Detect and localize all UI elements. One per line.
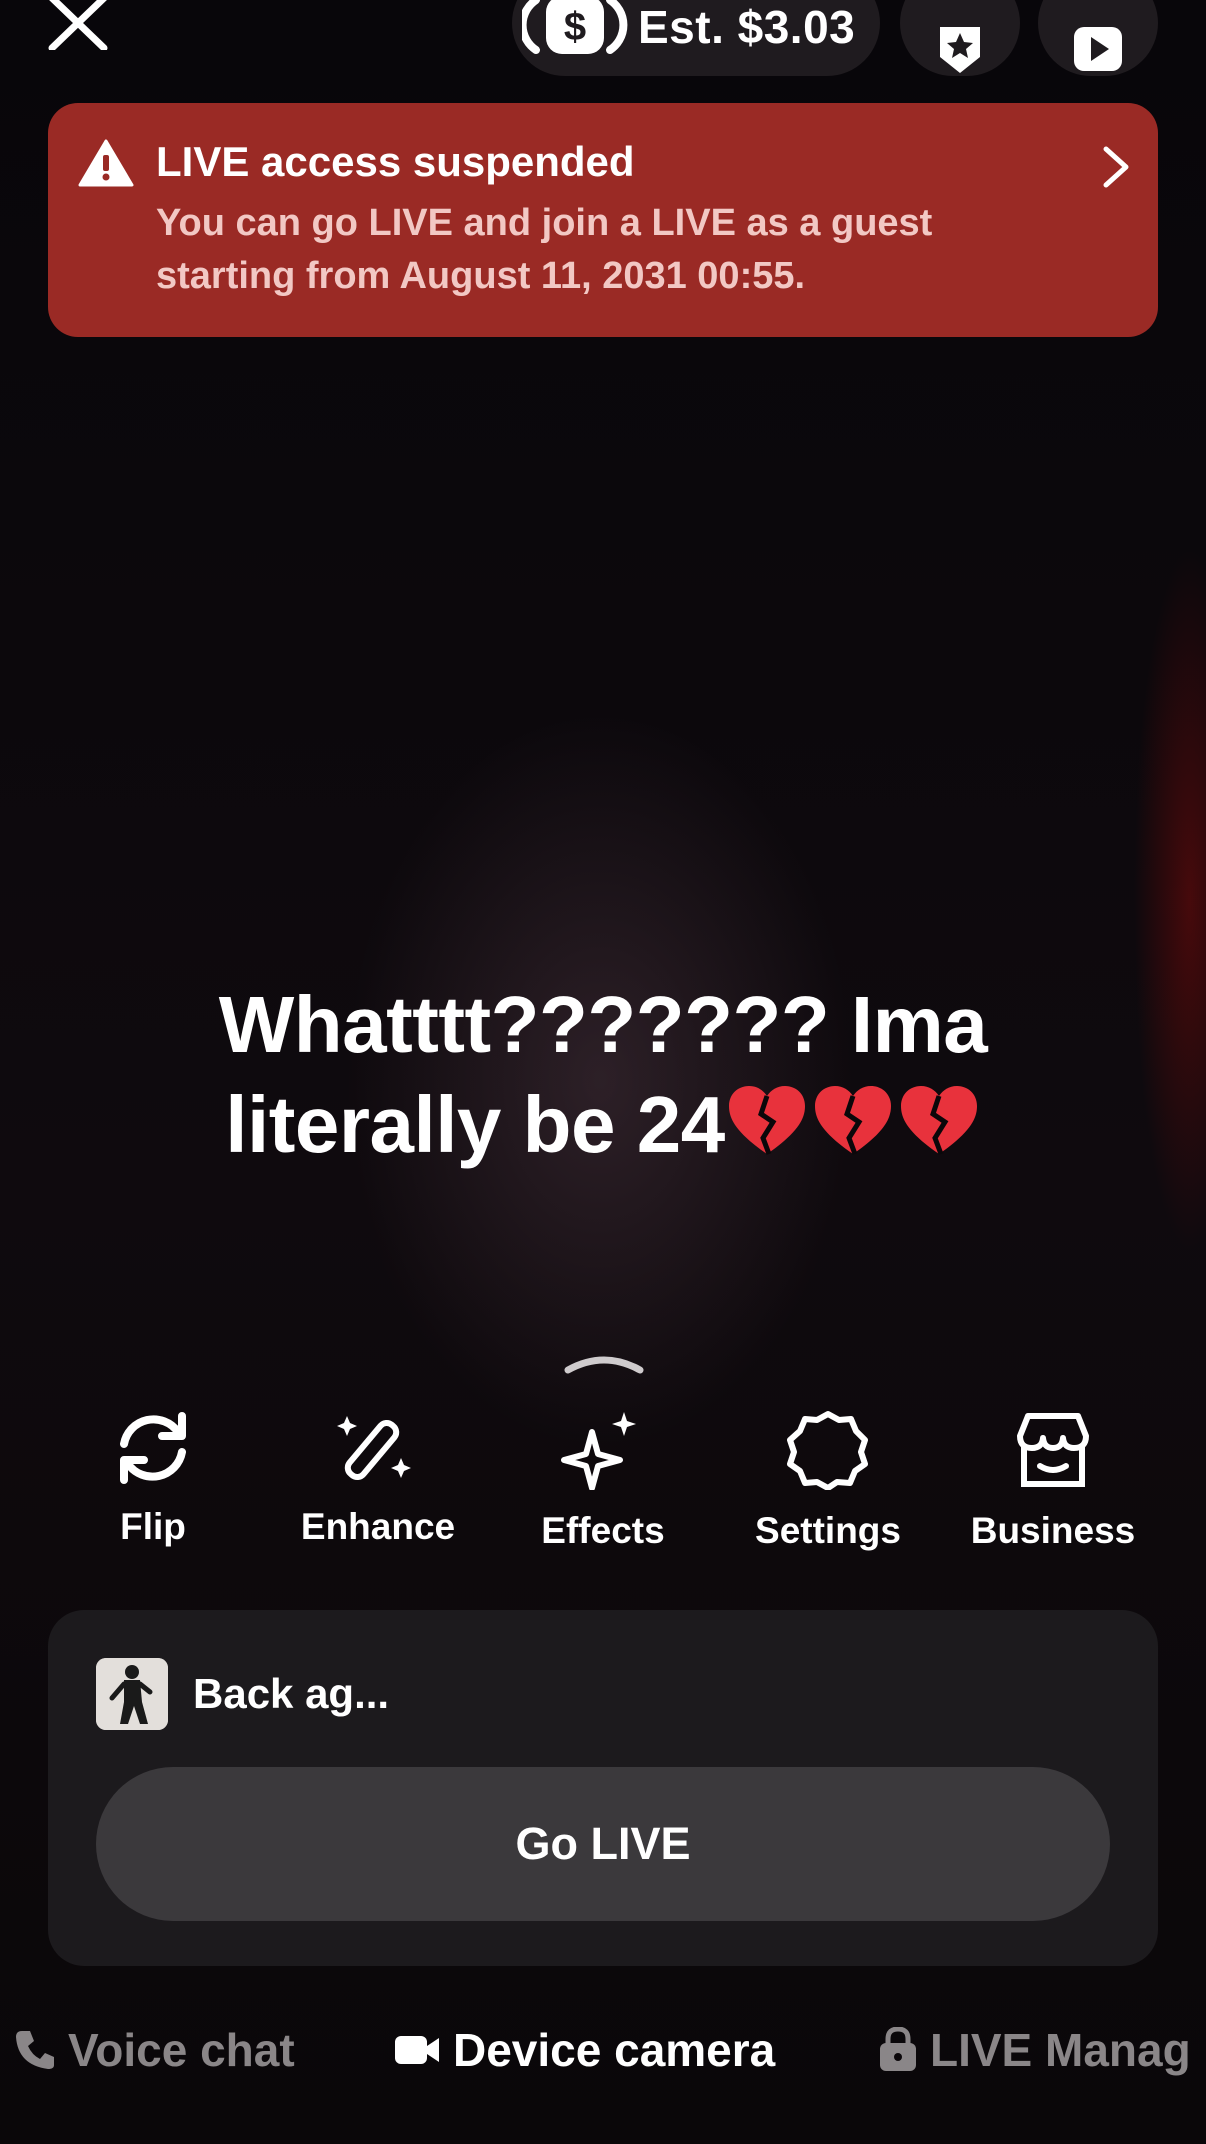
broken-heart-icon bbox=[814, 1086, 891, 1155]
coin-dollar-icon: $ bbox=[522, 0, 628, 54]
star-shield-icon bbox=[940, 27, 980, 73]
effects-label: Effects bbox=[541, 1510, 665, 1551]
broken-heart-icon bbox=[728, 1086, 805, 1155]
business-store-icon bbox=[1017, 1413, 1089, 1487]
business-button[interactable]: Business bbox=[953, 1410, 1153, 1552]
play-video-icon bbox=[1074, 27, 1122, 71]
enhance-wand-icon bbox=[337, 1416, 411, 1481]
expand-handle-icon[interactable] bbox=[562, 1352, 646, 1376]
banner-title: LIVE access suspended bbox=[156, 138, 635, 185]
go-live-card: Back ag... Go LIVE bbox=[48, 1610, 1158, 1966]
broken-heart-icon bbox=[900, 1086, 977, 1155]
live-title-line-2-wrapper: literally be 24 bbox=[0, 1075, 1206, 1175]
mode-device-camera[interactable]: Device camera bbox=[393, 2020, 775, 2080]
effects-button[interactable]: Effects bbox=[503, 1410, 703, 1552]
phone-icon bbox=[16, 2031, 54, 2069]
flip-button[interactable]: Flip bbox=[53, 1410, 253, 1548]
mode-voice-chat-label: Voice chat bbox=[68, 2024, 295, 2076]
camera-tools-row: Flip Enhance Effects Settings Business bbox=[0, 1410, 1206, 1570]
mode-device-camera-label: Device camera bbox=[453, 2024, 776, 2076]
cover-thumbnail[interactable] bbox=[96, 1658, 168, 1730]
video-camera-icon bbox=[395, 2036, 439, 2064]
live-access-suspended-banner[interactable]: LIVE access suspended You can go LIVE an… bbox=[48, 103, 1158, 337]
enhance-label: Enhance bbox=[300, 1506, 456, 1547]
live-title-line-1: Whatttt??????? Ima bbox=[218, 980, 988, 1069]
banner-message: You can go LIVE and join a LIVE as a gue… bbox=[156, 202, 933, 297]
svg-text:$: $ bbox=[564, 5, 586, 49]
live-mode-selector: Voice chat Device camera LIVE Manag bbox=[0, 2020, 1206, 2080]
broken-heart-emoji-icons bbox=[728, 1086, 977, 1155]
mode-live-manager[interactable]: LIVE Manag bbox=[878, 2020, 1191, 2080]
enhance-button[interactable]: Enhance bbox=[278, 1410, 478, 1548]
lock-icon bbox=[880, 2027, 916, 2071]
earnings-estimate-text: Est. $3.03 bbox=[638, 1, 856, 53]
cover-photo-person-icon bbox=[96, 1658, 168, 1730]
flip-label: Flip bbox=[120, 1506, 186, 1547]
flip-camera-icon bbox=[120, 1412, 186, 1484]
effects-sparkle-icon bbox=[561, 1412, 636, 1490]
live-title-line-2: literally be 24 bbox=[225, 1080, 725, 1169]
settings-gear-icon bbox=[787, 1411, 868, 1490]
mode-voice-chat[interactable]: Voice chat bbox=[14, 2020, 295, 2080]
live-title-text[interactable]: Whatttt??????? Ima literally be 24 bbox=[0, 975, 1206, 1175]
settings-label: Settings bbox=[755, 1510, 901, 1551]
live-title-preview[interactable]: Back ag... bbox=[193, 1670, 389, 1718]
go-live-button[interactable]: Go LIVE bbox=[96, 1767, 1110, 1921]
warning-icon bbox=[78, 139, 134, 187]
close-icon[interactable] bbox=[48, 0, 108, 50]
mode-live-manager-label: LIVE Manag bbox=[930, 2024, 1191, 2076]
earnings-estimate-pill[interactable]: $ Est. $3.03 bbox=[512, 0, 880, 76]
business-label: Business bbox=[970, 1510, 1136, 1551]
chevron-right-icon bbox=[1103, 146, 1129, 188]
settings-button[interactable]: Settings bbox=[728, 1410, 928, 1552]
